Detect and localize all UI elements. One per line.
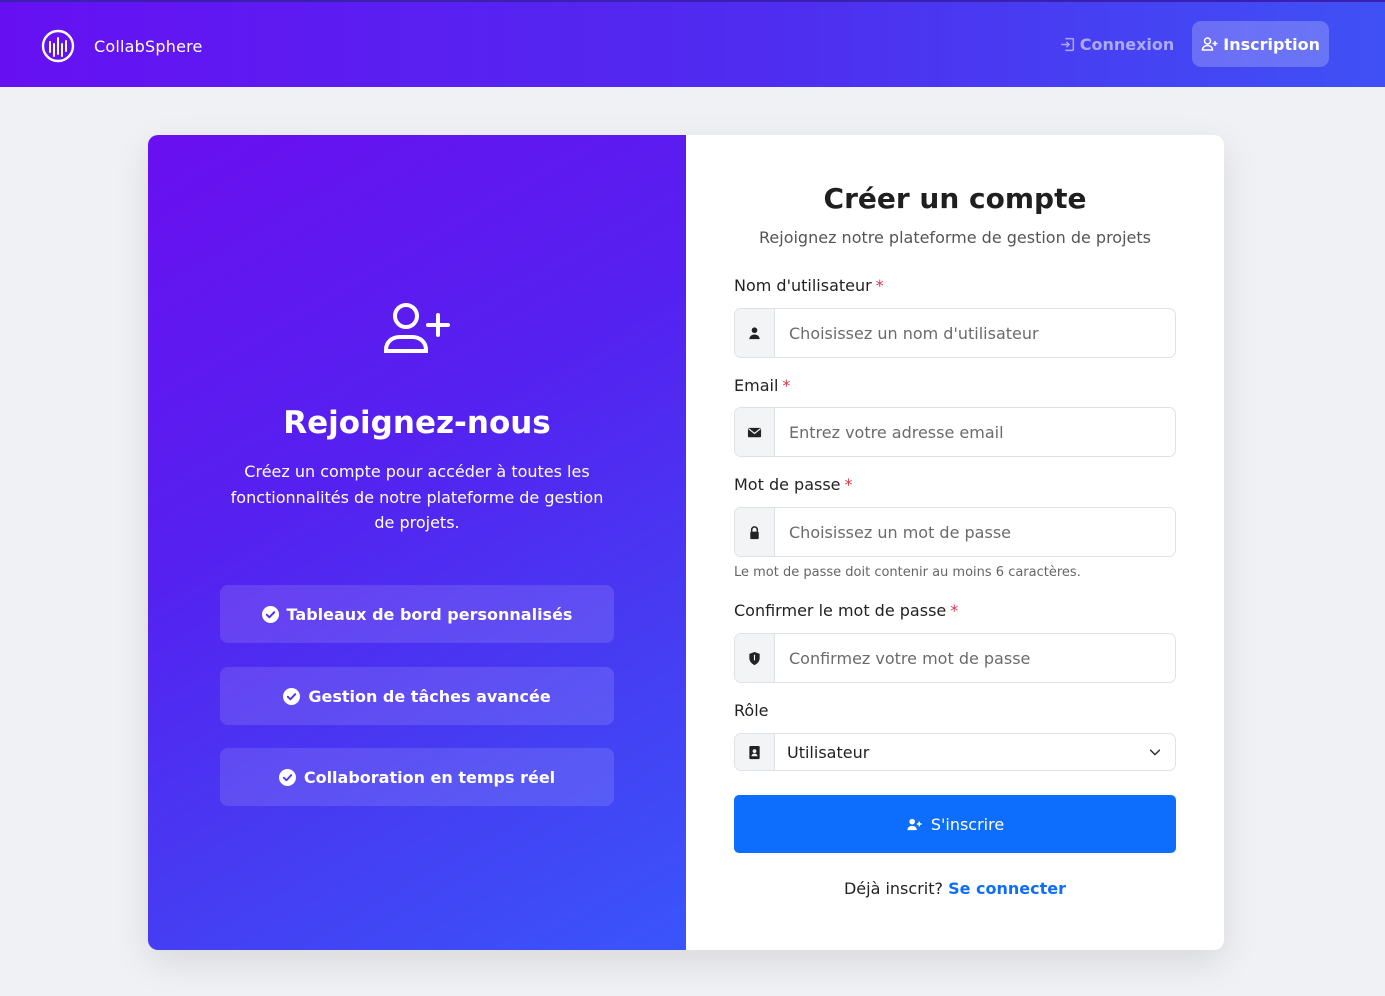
feature-item: Collaboration en temps réel [220,748,614,806]
promo-description: Créez un compte pour accéder à toutes le… [230,462,604,532]
nav-links: Connexion Inscription [1059,21,1329,67]
feature-item: Gestion de tâches avancée [220,667,614,725]
form-title: Créer un compte [823,182,1087,215]
login-icon [1060,37,1074,51]
email-field-group [734,407,1176,457]
password-label: Mot de passe * [734,475,853,494]
promo-panel: Rejoignez-nous Créez un compte pour accé… [148,135,686,950]
password-input[interactable] [775,508,1175,556]
role-label: Rôle [734,701,769,720]
register-form-panel: Créer un compte Rejoignez notre platefor… [686,135,1224,950]
email-label: Email * [734,376,791,395]
user-plus-icon [1202,37,1218,51]
role-dropdown-toggle[interactable] [1135,734,1175,770]
feature-label: Collaboration en temps réel [303,767,556,787]
register-submit-button[interactable]: S'inscrire [734,795,1176,853]
brand-name: CollabSphere [94,36,203,56]
brand[interactable]: CollabSphere [40,28,203,64]
password-field-group [734,507,1176,557]
password-addon [735,508,775,556]
username-label: Nom d'utilisateur * [734,276,884,295]
nav-register-label: Inscription [1223,34,1320,54]
email-input[interactable] [775,408,1175,456]
required-mark: * [782,376,791,395]
required-mark: * [875,276,884,295]
form-subtitle: Rejoignez notre plateforme de gestion de… [759,228,1151,247]
email-addon [735,408,775,456]
check-circle-icon [261,605,279,623]
check-circle-icon [278,768,296,786]
username-addon [735,309,775,357]
feature-label: Tableaux de bord personnalisés [286,604,573,624]
login-link[interactable]: Se connecter [948,879,1066,898]
nav-register-button[interactable]: Inscription [1192,21,1329,67]
lock-icon [750,525,759,539]
login-prompt-text: Déjà inscrit? [843,879,943,898]
user-plus-icon [907,818,922,830]
confirm-password-label: Confirmer le mot de passe * [734,601,959,620]
feature-label: Gestion de tâches avancée [308,686,551,706]
id-card-icon [749,745,760,759]
top-navbar: CollabSphere Connexion Inscription [0,0,1385,87]
user-icon [749,326,760,339]
required-mark: * [950,601,959,620]
role-addon [735,734,775,770]
user-plus-icon [384,303,450,353]
shield-icon [749,651,760,665]
brand-logo-icon [41,29,75,63]
register-card: Rejoignez-nous Créez un compte pour accé… [148,135,1224,950]
check-circle-icon [283,687,301,705]
username-field-group [734,308,1176,358]
role-select[interactable]: Utilisateur [734,733,1176,771]
nav-login-link[interactable]: Connexion [1059,23,1175,66]
confirm-password-input[interactable] [775,634,1175,682]
chevron-down-icon [1149,749,1161,756]
feature-item: Tableaux de bord personnalisés [220,585,614,643]
nav-login-label: Connexion [1079,34,1175,54]
confirm-password-addon [735,634,775,682]
required-mark: * [844,475,853,494]
login-prompt: Déjà inscrit? Se connecter [686,879,1224,898]
register-submit-label: S'inscrire [930,814,1005,834]
password-hint: Le mot de passe doit contenir au moins 6… [734,565,1081,580]
envelope-icon [747,427,762,437]
role-selected-value: Utilisateur [787,742,870,762]
username-input[interactable] [775,309,1175,357]
promo-title: Rejoignez-nous [283,405,551,441]
confirm-password-field-group [734,633,1176,683]
